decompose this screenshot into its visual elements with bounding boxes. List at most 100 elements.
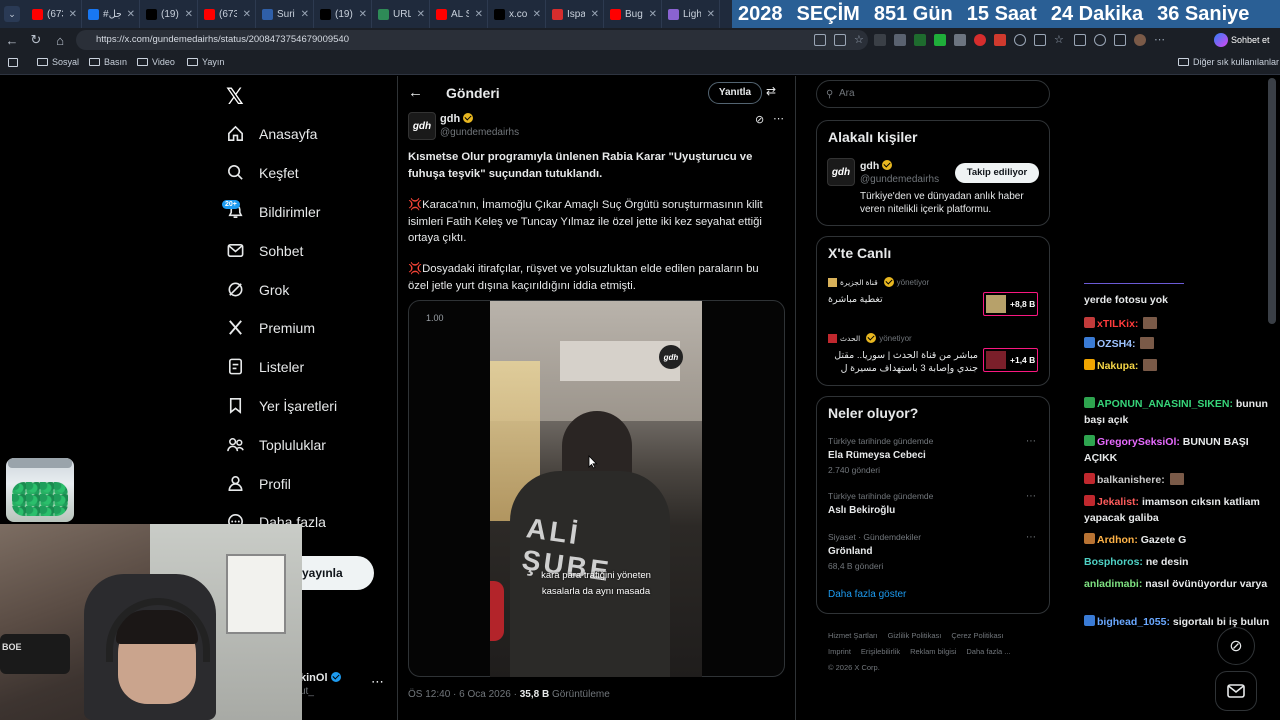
browser-tab[interactable]: Bugün ✕	[604, 0, 662, 28]
nav-item-bildirimler[interactable]: Bildirimler	[226, 202, 320, 221]
browser-tab[interactable]: Suriye ✕	[256, 0, 314, 28]
footer-link[interactable]: Çerez Politikası	[951, 631, 1003, 640]
chat-username[interactable]: balkanishere:	[1097, 474, 1165, 486]
nav-item-yer-i-şaretleri[interactable]: Yer İşaretleri	[226, 396, 337, 415]
downloads-icon[interactable]	[1114, 34, 1126, 46]
messages-floating-button[interactable]	[1215, 671, 1257, 711]
browser-tab[interactable]: URL I ✕	[372, 0, 430, 28]
bookmark-folder[interactable]: Yayın	[187, 57, 224, 67]
grok-floating-button[interactable]: ⊘	[1217, 627, 1255, 665]
nav-item-anasayfa[interactable]: Anasayfa	[226, 124, 317, 143]
nav-item-keşfet[interactable]: Keşfet	[226, 163, 299, 182]
footer-link[interactable]: Reklam bilgisi	[910, 647, 956, 656]
reload-icon[interactable]: ↻	[24, 28, 48, 52]
footer-link[interactable]: Hizmet Şartları	[828, 631, 878, 640]
chat-username[interactable]: OZSH4:	[1097, 338, 1136, 350]
extension-icon[interactable]	[914, 34, 926, 46]
nav-item-premium[interactable]: Premium	[226, 318, 315, 337]
favorite-star-icon[interactable]: ☆	[854, 34, 866, 46]
live-host[interactable]: قناة الجزيرة yönetiyor	[828, 277, 929, 287]
browser-tab[interactable]: (19) ✕	[140, 0, 198, 28]
extension-icon[interactable]	[934, 34, 946, 46]
account-more-icon[interactable]: ⋯	[371, 674, 384, 690]
search-input[interactable]: Ara	[816, 80, 1050, 108]
tab-close-icon[interactable]: ✕	[69, 9, 77, 20]
footer-link[interactable]: Erişilebilirlik	[861, 647, 900, 656]
browser-tab[interactable]: Light ✕	[662, 0, 720, 28]
bookmark-manager-icon[interactable]	[8, 58, 18, 67]
show-more-link[interactable]: Daha fazla göster	[828, 589, 906, 600]
nav-item-topluluklar[interactable]: Topluluklar	[226, 435, 326, 454]
chat-username[interactable]: Jekalist:	[1097, 496, 1139, 508]
bookmark-folder[interactable]: Sosyal	[37, 57, 79, 67]
trend-item[interactable]: Türkiye tarihinde gündemde Ela Rümeysa C…	[828, 436, 1042, 475]
author-avatar[interactable]: gdh	[408, 112, 436, 140]
copilot-chat-button[interactable]: Sohbet et	[1214, 31, 1276, 49]
browser-tab[interactable]: x.com ✕	[488, 0, 546, 28]
trend-item[interactable]: Türkiye tarihinde gündemde Aslı Bekiroğl…	[828, 491, 1042, 516]
browser-tab[interactable]: (673) ✕	[198, 0, 256, 28]
home-button-icon[interactable]: ⌂	[48, 28, 72, 52]
tab-close-icon[interactable]: ✕	[301, 9, 309, 20]
collections-icon[interactable]	[1074, 34, 1086, 46]
post-timestamp[interactable]: ÖS 12:40 · 6 Oca 2026 ·	[408, 689, 520, 700]
grok-icon[interactable]: ⊘	[755, 113, 764, 126]
nav-item-profil[interactable]: Profil	[226, 474, 291, 493]
x-logo-icon[interactable]: 𝕏	[226, 84, 244, 110]
favorites-icon[interactable]: ☆	[1054, 34, 1066, 46]
footer-link[interactable]: Daha fazla ...	[966, 647, 1010, 656]
chat-username[interactable]: Nakupa:	[1097, 360, 1138, 372]
nav-item-listeler[interactable]: Listeler	[226, 357, 304, 376]
author-name[interactable]: gdh	[440, 113, 474, 125]
related-user-name[interactable]: gdh	[860, 160, 893, 172]
tab-close-icon[interactable]: ✕	[185, 9, 193, 20]
reply-button[interactable]: Yanıtla	[708, 82, 762, 104]
other-bookmarks-folder[interactable]: Diğer sık kullanılanlar	[1178, 57, 1279, 67]
browser-tab[interactable]: İspan ✕	[546, 0, 604, 28]
related-user-avatar[interactable]: gdh	[827, 158, 855, 186]
chat-username[interactable]: bighead_1055:	[1097, 616, 1170, 628]
chat-username[interactable]: Ardhon:	[1097, 534, 1138, 546]
tab-close-icon[interactable]: ✕	[707, 9, 715, 20]
extension-icon[interactable]	[974, 34, 986, 46]
tab-menu-icon[interactable]: ⌄	[4, 6, 20, 22]
footer-link[interactable]: Imprint	[828, 647, 851, 656]
trend-more-icon[interactable]: ⋯	[1026, 532, 1036, 543]
extension-icon[interactable]	[994, 34, 1006, 46]
tab-close-icon[interactable]: ✕	[533, 9, 541, 20]
chat-username[interactable]: Bosphoros:	[1084, 556, 1143, 568]
split-screen-icon[interactable]	[1034, 34, 1046, 46]
post-more-icon[interactable]: ⋯	[773, 112, 784, 125]
tab-close-icon[interactable]: ✕	[127, 9, 135, 20]
back-arrow-icon[interactable]: ←	[408, 84, 423, 101]
chat-username[interactable]: APONUN_ANASINI_SIKEN:	[1097, 398, 1233, 410]
nav-item-grok[interactable]: Grok	[226, 280, 289, 299]
more-icon[interactable]: ⋯	[1154, 34, 1166, 46]
bookmark-folder[interactable]: Basın	[89, 57, 127, 67]
live-listener-count[interactable]: +1,4 B	[983, 348, 1038, 372]
read-aloud-icon[interactable]	[834, 34, 846, 46]
performance-icon[interactable]	[1094, 34, 1106, 46]
trend-more-icon[interactable]: ⋯	[1026, 436, 1036, 447]
account-name[interactable]: kinOl	[300, 672, 341, 684]
tab-close-icon[interactable]: ✕	[649, 9, 657, 20]
live-host[interactable]: الحدث yönetiyor	[828, 333, 912, 343]
following-button[interactable]: Takip ediliyor	[955, 163, 1039, 183]
app-icon[interactable]	[814, 34, 826, 46]
browser-tab[interactable]: (673) ✕	[26, 0, 82, 28]
tab-close-icon[interactable]: ✕	[475, 9, 483, 20]
trend-item[interactable]: Siyaset · Gündemdekiler Grönland 68,4 B …	[828, 532, 1042, 571]
browser-tab[interactable]: #عاجل ✕	[82, 0, 140, 28]
live-title[interactable]: تغطية مباشرة	[828, 293, 928, 306]
browser-tab[interactable]: AL SA ✕	[430, 0, 488, 28]
chat-username[interactable]: GregorySeksiOl:	[1097, 436, 1180, 448]
profile-avatar[interactable]	[1134, 34, 1146, 46]
extension-icon[interactable]	[894, 34, 906, 46]
bookmark-folder[interactable]: Video	[137, 57, 175, 67]
tab-close-icon[interactable]: ✕	[417, 9, 425, 20]
tab-close-icon[interactable]: ✕	[359, 9, 367, 20]
extension-icon[interactable]	[954, 34, 966, 46]
extensions-puzzle-icon[interactable]	[1014, 34, 1026, 46]
tab-close-icon[interactable]: ✕	[591, 9, 599, 20]
author-handle[interactable]: @gundemedairhs	[440, 127, 519, 138]
